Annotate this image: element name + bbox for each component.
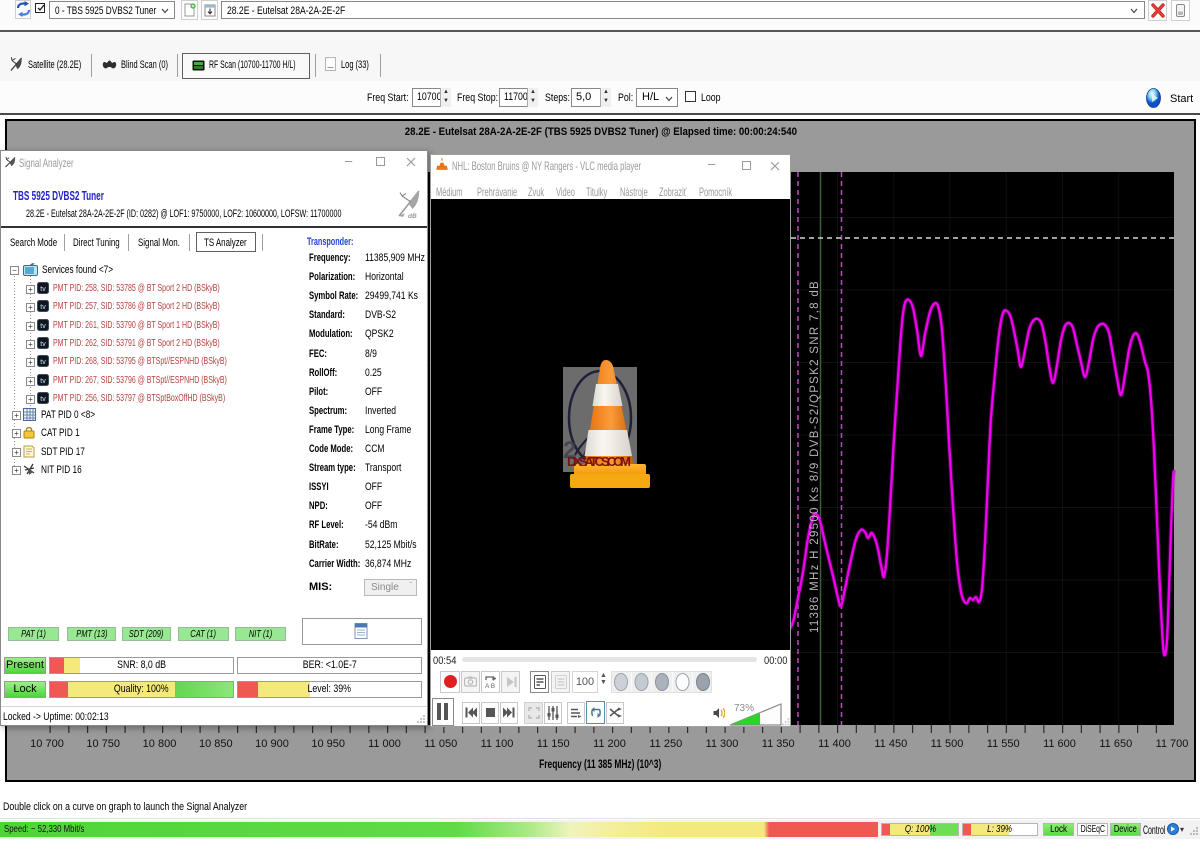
svg-text:tv: tv [40,286,46,293]
svg-text:A B: A B [485,683,495,690]
svg-text:tv: tv [40,396,46,403]
svg-text:dB: dB [408,213,417,220]
svg-text:tv: tv [40,378,46,385]
svg-text:tv: tv [40,359,46,366]
svg-text:tv: tv [40,304,46,311]
svg-text:11386 MHz H 29500 Ks 8/9 DVB-S: 11386 MHz H 29500 Ks 8/9 DVB-S2/QPSK2 SN… [809,280,821,633]
svg-text:tv: tv [40,341,46,348]
svg-text:tv: tv [40,323,46,330]
svg-text:DXSATCS.COM: DXSATCS.COM [567,454,631,469]
